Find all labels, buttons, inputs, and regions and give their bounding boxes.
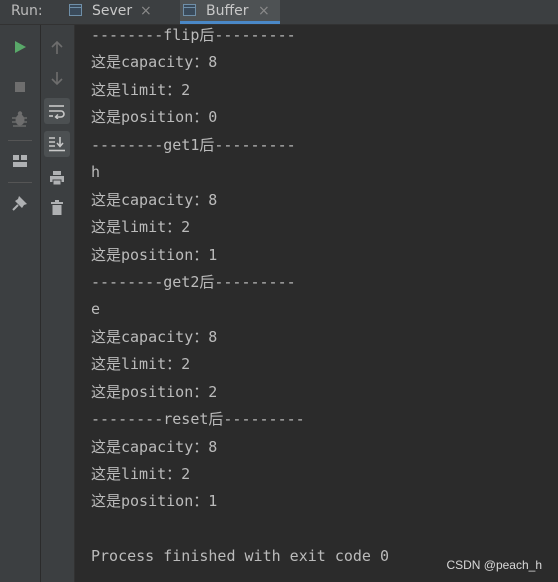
print-button[interactable] xyxy=(44,165,70,191)
console-line: 这是limit：2 xyxy=(91,465,191,483)
console-line: 这是limit：2 xyxy=(91,355,191,374)
console-line: 这是capacity：8 xyxy=(91,190,218,209)
stop-button[interactable] xyxy=(7,74,33,100)
console-line: e xyxy=(91,300,101,319)
clear-all-button[interactable] xyxy=(44,195,70,221)
tab-label: Buffer xyxy=(206,3,249,19)
tab-label: Sever xyxy=(92,3,133,19)
debug-icon xyxy=(12,111,27,127)
tab-buffer[interactable]: Buffer × xyxy=(180,0,280,24)
run-icon xyxy=(15,41,26,53)
down-arrow-icon xyxy=(51,72,63,86)
scroll-to-end-button[interactable] xyxy=(44,131,70,157)
console-tab-icon xyxy=(183,4,196,16)
print-icon xyxy=(50,171,64,186)
console-line: --------flip后--------- xyxy=(91,26,296,44)
previous-occurrence-button[interactable] xyxy=(44,34,70,60)
console-line: 这是position：1 xyxy=(91,245,218,264)
close-icon[interactable]: × xyxy=(258,3,270,19)
run-label: Run: xyxy=(11,3,43,19)
up-arrow-icon xyxy=(51,40,63,54)
console-line: --------get1后--------- xyxy=(91,135,296,154)
console-output[interactable]: --------flip后--------- 这是capacity：8 这是li… xyxy=(91,22,558,582)
console-line: --------get2后--------- xyxy=(91,272,296,291)
stop-icon xyxy=(15,82,25,92)
pin-icon xyxy=(12,196,27,211)
console-line: h xyxy=(91,163,101,182)
pin-button[interactable] xyxy=(7,190,33,216)
console-line: 这是limit：2 xyxy=(91,218,191,237)
soft-wrap-icon xyxy=(49,105,65,119)
console-line: 这是capacity：8 xyxy=(91,327,218,346)
toolbar-divider xyxy=(8,140,32,141)
console-line: 这是position：2 xyxy=(91,382,218,401)
next-occurrence-button[interactable] xyxy=(44,66,70,92)
console-tab-icon xyxy=(69,4,82,16)
run-button[interactable] xyxy=(7,34,33,60)
console-line: 这是capacity：8 xyxy=(91,53,218,72)
trash-icon xyxy=(51,200,63,215)
console-line: 这是position：1 xyxy=(91,492,218,511)
toolbar-divider xyxy=(8,182,32,183)
tab-sever[interactable]: Sever × xyxy=(66,0,162,24)
scroll-to-end-icon xyxy=(49,137,65,152)
console-actions-toolbar xyxy=(41,25,75,582)
console-line: 这是limit：2 xyxy=(91,80,191,99)
run-actions-toolbar xyxy=(0,25,41,582)
console-line: 这是position：0 xyxy=(91,108,218,127)
layout-button[interactable] xyxy=(7,148,33,174)
layout-icon xyxy=(13,155,27,167)
close-icon[interactable]: × xyxy=(140,3,152,19)
watermark: CSDN @peach_h xyxy=(446,558,542,572)
soft-wrap-button[interactable] xyxy=(44,98,70,124)
console-line: 这是capacity：8 xyxy=(91,437,218,456)
console-line: --------reset后--------- xyxy=(91,410,305,429)
debug-button[interactable] xyxy=(7,106,33,132)
